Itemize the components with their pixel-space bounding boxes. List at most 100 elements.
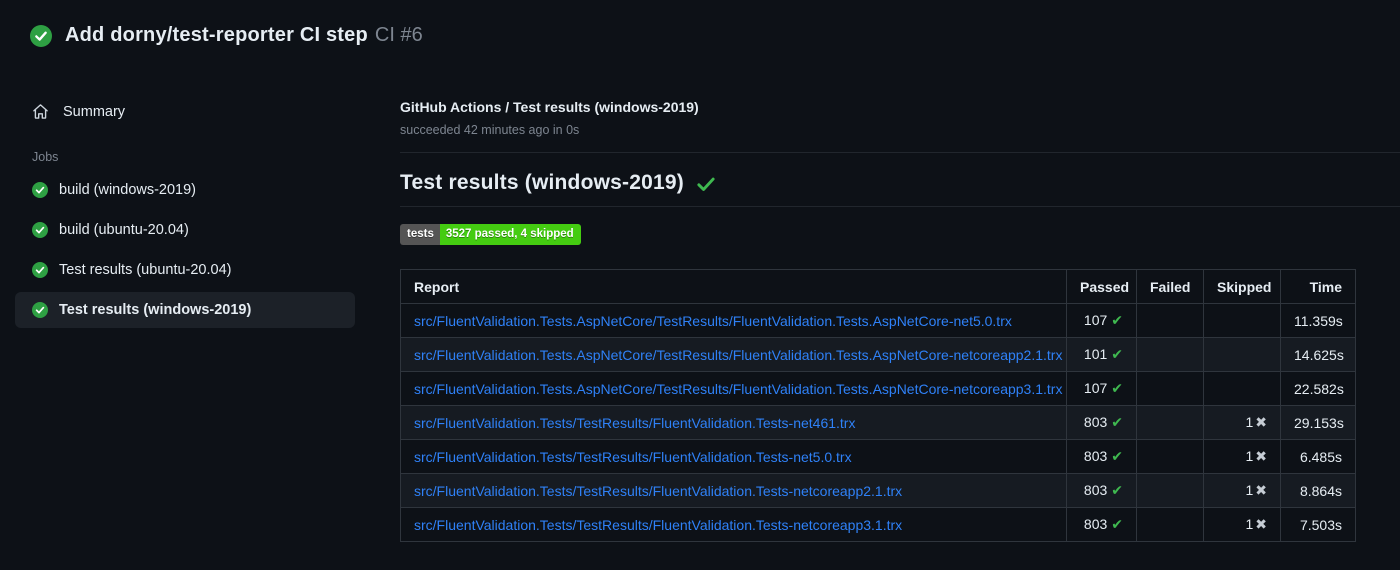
jobs-list: build (windows-2019) build (ubuntu-20.04)…: [0, 172, 400, 328]
passed-cell: 803 ✔: [1066, 439, 1137, 474]
skipped-cell: 1 ✖: [1203, 439, 1281, 474]
section-heading-row: Test results (windows-2019): [400, 170, 1400, 195]
skipped-cell: 1 ✖: [1203, 405, 1281, 440]
pass-check-icon: ✔: [1111, 449, 1123, 465]
job-label: build (ubuntu-20.04): [59, 222, 189, 238]
check-run-status: succeeded 42 minutes ago in 0s: [400, 123, 580, 137]
divider: [400, 152, 1400, 153]
table-row: src/FluentValidation.Tests.AspNetCore/Te…: [400, 371, 1356, 406]
job-label: Test results (windows-2019): [59, 302, 252, 318]
section-heading: Test results (windows-2019): [400, 170, 684, 194]
passed-cell: 803 ✔: [1066, 507, 1137, 542]
skip-x-icon: ✖: [1255, 517, 1267, 533]
passed-count: 803: [1083, 414, 1108, 430]
time-cell: 11.359s: [1280, 303, 1356, 338]
summary-label: Summary: [63, 103, 126, 120]
check-circle-icon: [32, 302, 48, 318]
report-link[interactable]: src/FluentValidation.Tests.AspNetCore/Te…: [414, 347, 1062, 363]
passed-cell: 803 ✔: [1066, 405, 1137, 440]
jobs-heading: Jobs: [32, 150, 59, 164]
passed-cell: 107 ✔: [1066, 371, 1137, 406]
run-number: CI #6: [374, 24, 423, 46]
time-cell: 22.582s: [1280, 371, 1356, 406]
skipped-cell: [1203, 303, 1281, 338]
skipped-cell: 1 ✖: [1203, 507, 1281, 542]
table-row: src/FluentValidation.Tests/TestResults/F…: [400, 405, 1356, 440]
section-divider: [400, 206, 1400, 207]
skip-x-icon: ✖: [1255, 449, 1267, 465]
pass-check-icon: ✔: [1111, 415, 1123, 431]
failed-cell: [1136, 405, 1204, 440]
passed-count: 107: [1083, 312, 1108, 328]
passed-count: 803: [1083, 448, 1108, 464]
table-row: src/FluentValidation.Tests.AspNetCore/Te…: [400, 303, 1356, 338]
sidebar-item-job[interactable]: build (ubuntu-20.04): [15, 212, 355, 248]
failed-cell: [1136, 371, 1204, 406]
time-cell: 6.485s: [1280, 439, 1356, 474]
passed-cell: 803 ✔: [1066, 473, 1137, 508]
column-header: Passed: [1066, 269, 1137, 304]
skip-x-icon: ✖: [1255, 415, 1267, 431]
failed-cell: [1136, 439, 1204, 474]
skipped-count: 1: [1245, 414, 1254, 430]
passed-cell: 101 ✔: [1066, 337, 1137, 372]
failed-cell: [1136, 337, 1204, 372]
sidebar-item-job[interactable]: build (windows-2019): [15, 172, 355, 208]
report-cell: src/FluentValidation.Tests.AspNetCore/Te…: [400, 303, 1067, 338]
time-cell: 7.503s: [1280, 507, 1356, 542]
results-table: Report Passed Failed Skipped Time src/Fluent…: [400, 269, 1356, 542]
skipped-cell: [1203, 337, 1281, 372]
column-header: Report: [400, 269, 1067, 304]
skipped-count: 1: [1245, 516, 1254, 532]
page-body: Summary Jobs build (windows-2019) build (…: [0, 81, 1400, 542]
run-title: Add dorny/test-reporter CI step: [65, 24, 368, 46]
time-cell: 8.864s: [1280, 473, 1356, 508]
passed-count: 803: [1083, 516, 1108, 532]
report-link[interactable]: src/FluentValidation.Tests/TestResults/F…: [414, 449, 852, 465]
failed-cell: [1136, 473, 1204, 508]
report-cell: src/FluentValidation.Tests/TestResults/F…: [400, 439, 1067, 474]
sidebar-item-job[interactable]: Test results (ubuntu-20.04): [15, 252, 355, 288]
skipped-count: 1: [1245, 482, 1254, 498]
sidebar-item-summary[interactable]: Summary: [0, 95, 400, 128]
passed-cell: 107 ✔: [1066, 303, 1137, 338]
passed-count: 101: [1083, 346, 1108, 362]
badge-label: tests: [400, 224, 440, 245]
report-link[interactable]: src/FluentValidation.Tests/TestResults/F…: [414, 483, 902, 499]
table-row: src/FluentValidation.Tests/TestResults/F…: [400, 507, 1356, 542]
main-content: GitHub Actions / Test results (windows-2…: [400, 81, 1400, 542]
report-cell: src/FluentValidation.Tests/TestResults/F…: [400, 507, 1067, 542]
success-check-icon: [697, 177, 715, 191]
pass-check-icon: ✔: [1111, 517, 1123, 533]
failed-cell: [1136, 507, 1204, 542]
failed-cell: [1136, 303, 1204, 338]
passed-count: 803: [1083, 482, 1108, 498]
badge-value: 3527 passed, 4 skipped: [439, 224, 581, 245]
check-circle-icon: [30, 24, 52, 47]
column-header: Time: [1280, 269, 1356, 304]
column-header: Failed: [1136, 269, 1204, 304]
check-run-title: GitHub Actions / Test results (windows-2…: [400, 99, 699, 115]
report-link[interactable]: src/FluentValidation.Tests/TestResults/F…: [414, 517, 902, 533]
table-row: src/FluentValidation.Tests/TestResults/F…: [400, 473, 1356, 508]
skipped-cell: 1 ✖: [1203, 473, 1281, 508]
pass-check-icon: ✔: [1111, 381, 1123, 397]
table-header-row: Report Passed Failed Skipped Time: [400, 269, 1356, 304]
skip-x-icon: ✖: [1255, 483, 1267, 499]
report-link[interactable]: src/FluentValidation.Tests/TestResults/F…: [414, 415, 855, 431]
report-link[interactable]: src/FluentValidation.Tests.AspNetCore/Te…: [414, 381, 1062, 397]
time-cell: 29.153s: [1280, 405, 1356, 440]
skipped-count: 1: [1245, 448, 1254, 464]
table-row: src/FluentValidation.Tests/TestResults/F…: [400, 439, 1356, 474]
sidebar-item-job[interactable]: Test results (windows-2019): [15, 292, 355, 328]
skipped-cell: [1203, 371, 1281, 406]
pass-check-icon: ✔: [1111, 313, 1123, 329]
pass-check-icon: ✔: [1111, 483, 1123, 499]
report-cell: src/FluentValidation.Tests.AspNetCore/Te…: [400, 371, 1067, 406]
report-link[interactable]: src/FluentValidation.Tests.AspNetCore/Te…: [414, 313, 1012, 329]
job-label: Test results (ubuntu-20.04): [59, 262, 232, 278]
report-cell: src/FluentValidation.Tests/TestResults/F…: [400, 405, 1067, 440]
column-header: Skipped: [1203, 269, 1281, 304]
run-header: Add dorny/test-reporter CI step CI #6: [0, 0, 1400, 47]
tests-badge: tests 3527 passed, 4 skipped: [400, 224, 581, 245]
